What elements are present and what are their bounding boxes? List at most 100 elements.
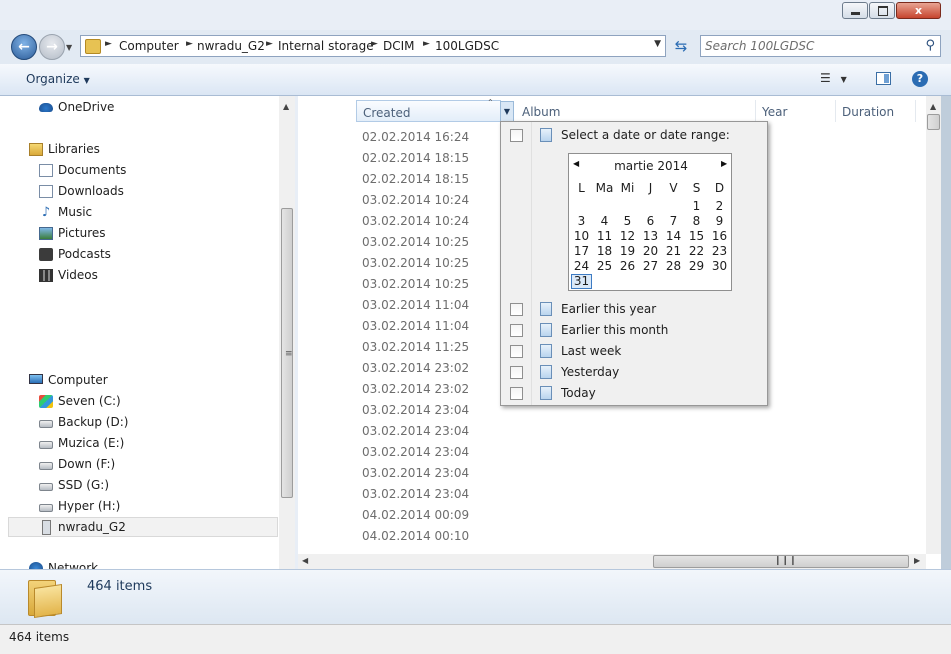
calendar-day[interactable]: 27 [639,259,662,273]
scrollbar-thumb[interactable]: ≡ [281,208,293,498]
filter-option-earlier-this-year[interactable]: Earlier this year [561,302,656,316]
calendar-day[interactable]: 6 [639,214,662,228]
calendar-day[interactable]: 3 [570,214,593,228]
change-view-button[interactable]: ☰ ▼ [820,71,847,85]
calendar-day[interactable]: 12 [616,229,639,243]
table-row[interactable]: 03.02.2014 10:24 [362,214,469,228]
breadcrumb-device[interactable]: nwradu_G2 [197,39,265,53]
calendar-day[interactable]: 14 [662,229,685,243]
calendar-day[interactable]: 19 [616,244,639,258]
calendar-day[interactable]: 5 [616,214,639,228]
calendar-day[interactable]: 26 [616,259,639,273]
filter-option-last-week[interactable]: Last week [561,344,621,358]
table-row[interactable]: 03.02.2014 10:25 [362,256,469,270]
scroll-up-icon[interactable]: ▲ [930,102,936,111]
column-header-year[interactable]: Year [756,100,836,122]
breadcrumb-separator-icon[interactable]: ► [423,39,430,49]
table-row[interactable]: 03.02.2014 23:04 [362,424,469,438]
column-header-created[interactable]: Created ⌃ [356,98,501,122]
breadcrumb-separator-icon[interactable]: ► [371,39,378,49]
calendar-day[interactable]: 30 [708,259,731,273]
table-row[interactable]: 03.02.2014 23:02 [362,382,469,396]
calendar-day[interactable]: 21 [662,244,685,258]
close-button[interactable]: x [896,2,941,19]
filter-option-checkbox[interactable] [510,303,523,316]
calendar-day[interactable]: 24 [570,259,593,273]
column-header-duration[interactable]: Duration [836,100,916,122]
calendar-day[interactable]: 28 [662,259,685,273]
filter-option-checkbox[interactable] [510,366,523,379]
table-row[interactable]: 03.02.2014 23:04 [362,487,469,501]
search-box[interactable]: ⚲ [700,35,941,57]
breadcrumb-separator-icon[interactable]: ► [105,39,112,49]
breadcrumb-separator-icon[interactable]: ► [186,39,193,49]
address-history-dropdown-icon[interactable]: ▼ [654,39,661,49]
column-filter-dropdown[interactable]: ▼ [500,101,514,122]
table-row[interactable]: 04.02.2014 00:10 [362,529,469,543]
address-bar[interactable]: ► Computer ► nwradu_G2 ► Internal storag… [80,35,666,57]
scroll-up-icon[interactable]: ▲ [283,102,289,111]
column-header-album[interactable]: Album [516,100,756,122]
calendar-day[interactable]: 20 [639,244,662,258]
table-row[interactable]: 03.02.2014 23:02 [362,361,469,375]
calendar-day[interactable]: 9 [708,214,731,228]
table-row[interactable]: 02.02.2014 18:15 [362,151,469,165]
calendar-day[interactable]: 16 [708,229,731,243]
back-button[interactable]: ← [11,34,37,60]
calendar-day[interactable]: 8 [685,214,708,228]
table-row[interactable]: 04.02.2014 00:09 [362,508,469,522]
table-row[interactable]: 03.02.2014 11:04 [362,319,469,333]
calendar-day[interactable]: 7 [662,214,685,228]
calendar-next-month-icon[interactable]: ▶ [721,159,727,168]
horizontal-scrollbar[interactable]: ◀ ❙❙❙ ▶ [298,554,926,569]
calendar-day[interactable]: 17 [570,244,593,258]
table-row[interactable]: 03.02.2014 11:04 [362,298,469,312]
breadcrumb-computer[interactable]: Computer [119,39,179,53]
navigation-scrollbar[interactable]: ▲ ≡ [279,96,295,569]
calendar-day[interactable]: 29 [685,259,708,273]
breadcrumb-current-folder[interactable]: 100LGDSC [435,39,499,53]
scroll-right-icon[interactable]: ▶ [914,556,920,565]
vertical-scrollbar[interactable]: ▲ [926,96,941,554]
calendar-month-title[interactable]: martie 2014 [569,159,733,173]
search-input[interactable] [705,38,915,54]
table-row[interactable]: 03.02.2014 23:04 [362,466,469,480]
minimize-button[interactable] [842,2,868,19]
table-row[interactable]: 03.02.2014 23:04 [362,445,469,459]
filter-option-earlier-this-month[interactable]: Earlier this month [561,323,668,337]
calendar-day[interactable]: 22 [685,244,708,258]
preview-pane-button[interactable] [876,72,891,85]
calendar-day[interactable]: 15 [685,229,708,243]
table-row[interactable]: 03.02.2014 10:25 [362,235,469,249]
table-row[interactable]: 02.02.2014 16:24 [362,130,469,144]
filter-option-yesterday[interactable]: Yesterday [561,365,619,379]
search-icon[interactable]: ⚲ [925,38,935,53]
calendar-day[interactable]: 23 [708,244,731,258]
table-row[interactable]: 03.02.2014 10:24 [362,193,469,207]
breadcrumb-separator-icon[interactable]: ► [266,39,273,49]
calendar-day[interactable]: 2 [708,199,731,213]
forward-button[interactable]: → [39,34,65,60]
filter-option-checkbox[interactable] [510,345,523,358]
scrollbar-thumb[interactable] [927,114,940,130]
breadcrumb-dcim[interactable]: DCIM [383,39,415,53]
calendar-day[interactable]: 13 [639,229,662,243]
calendar-day[interactable]: 11 [593,229,616,243]
table-row[interactable]: 03.02.2014 23:04 [362,403,469,417]
date-range-checkbox[interactable] [510,129,523,142]
calendar-day[interactable]: 10 [570,229,593,243]
calendar-day[interactable]: 1 [685,199,708,213]
refresh-button[interactable]: ⇆ [670,35,692,57]
calendar-day[interactable]: 25 [593,259,616,273]
organize-button[interactable]: Organize ▼ [26,72,90,86]
filter-option-checkbox[interactable] [510,387,523,400]
calendar-day[interactable]: 4 [593,214,616,228]
maximize-button[interactable] [869,2,895,19]
table-row[interactable]: 03.02.2014 11:25 [362,340,469,354]
filter-option-checkbox[interactable] [510,324,523,337]
calendar-day[interactable]: 31 [571,274,592,289]
scrollbar-thumb[interactable]: ❙❙❙ [653,555,909,568]
recent-pages-dropdown[interactable]: ▼ [66,43,76,53]
breadcrumb-internal-storage[interactable]: Internal storage [278,39,374,53]
calendar-day[interactable]: 18 [593,244,616,258]
